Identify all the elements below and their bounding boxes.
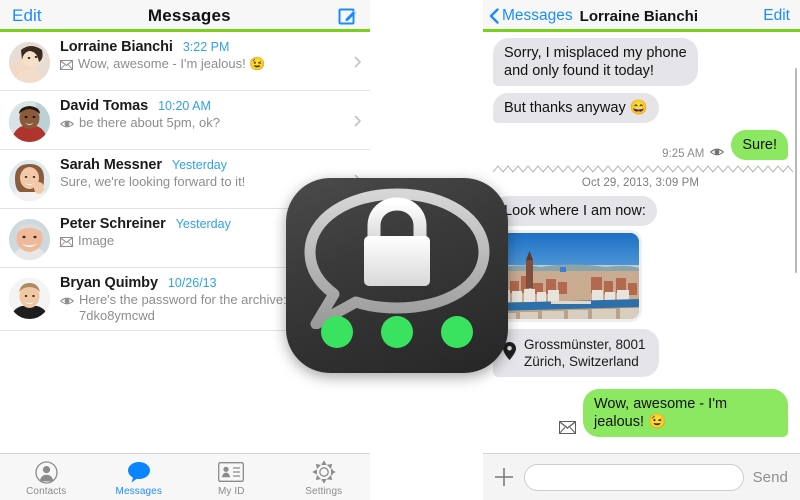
eye-icon xyxy=(59,117,75,133)
thread-time: 10:20 AM xyxy=(158,99,211,113)
message-row: Look where I am now: xyxy=(488,196,788,226)
envelope-icon xyxy=(60,235,73,251)
message-meta: 9:25 AM xyxy=(662,147,725,160)
location-line-2: Zürich, Switzerland xyxy=(524,354,639,369)
thread-time: Yesterday xyxy=(171,158,228,172)
avatar xyxy=(9,42,50,83)
message-input[interactable] xyxy=(524,463,744,491)
thread-time: Yesterday xyxy=(175,217,231,231)
send-button[interactable]: Send xyxy=(753,469,788,486)
plus-icon[interactable] xyxy=(493,466,515,488)
thread-row-david-tomas[interactable]: David Tomas 10:20 AM be there about 5pm,… xyxy=(0,91,370,150)
avatar xyxy=(9,160,50,201)
tab-label: My ID xyxy=(217,486,245,497)
conversation-edit-button[interactable]: Edit xyxy=(763,7,790,25)
tab-label: Settings xyxy=(305,486,343,497)
message-bubble-outgoing[interactable]: Wow, awesome - I'm jealous! 😉 xyxy=(583,389,793,437)
back-to-messages-button[interactable]: Messages xyxy=(502,7,573,25)
conversation-panel: Messages Lorraine Bianchi Edit Sorry, I … xyxy=(483,0,800,500)
conversation-scrollbar[interactable] xyxy=(795,68,797,273)
message-bubble-outgoing[interactable]: Sure! xyxy=(731,130,793,160)
message-row: 9:25 AM Sure! xyxy=(493,130,793,160)
unread-separator xyxy=(492,163,794,175)
screenshot-root: Edit Messages Lorraine Bianchi 3:22 PM W… xyxy=(0,0,800,500)
tab-label: Contacts xyxy=(26,486,67,497)
message-bubble-incoming[interactable]: But thanks anyway 😄 xyxy=(488,93,659,123)
thread-name: David Tomas xyxy=(60,98,149,114)
thread-name: Lorraine Bianchi xyxy=(60,39,173,55)
status-dots xyxy=(286,316,508,348)
gear-icon xyxy=(312,460,336,484)
message-row: Grossmünster, 8001 Zürich, Switzerland xyxy=(493,329,788,377)
messages-navbar: Edit Messages xyxy=(0,0,370,32)
tab-messages[interactable]: Messages xyxy=(93,454,186,500)
avatar xyxy=(9,278,50,319)
chevron-right-icon xyxy=(354,114,362,127)
thread-preview: be there about 5pm, ok? xyxy=(79,115,220,130)
status-dot xyxy=(441,316,473,348)
thread-name: Sarah Messner xyxy=(60,157,162,173)
message-time: 9:25 AM xyxy=(662,147,705,160)
chevron-right-icon xyxy=(354,55,362,68)
message-thread: Sorry, I misplaced my phone and only fou… xyxy=(483,32,800,453)
edit-button[interactable]: Edit xyxy=(12,6,42,26)
page-title: Messages xyxy=(147,6,231,25)
zurich-cityscape-photo[interactable] xyxy=(496,233,639,319)
message-bubble-incoming[interactable]: Look where I am now: xyxy=(488,196,657,226)
message-bubble-location[interactable]: Grossmünster, 8001 Zürich, Switzerland xyxy=(493,329,659,377)
avatar xyxy=(9,219,50,260)
envelope-icon xyxy=(60,58,73,74)
thread-name: Bryan Quimby xyxy=(60,275,158,291)
message-row: Wow, awesome - I'm jealous! 😉 xyxy=(493,389,793,437)
tab-contacts[interactable]: Contacts xyxy=(0,454,93,500)
contact-person-icon xyxy=(35,460,58,484)
thread-time: 3:22 PM xyxy=(182,40,230,54)
back-chevron-icon[interactable] xyxy=(489,8,499,24)
thread-content: Lorraine Bianchi 3:22 PM Wow, awesome - … xyxy=(60,39,360,74)
eye-icon xyxy=(59,294,75,310)
locked-speech-bubble-icon xyxy=(286,184,508,330)
location-address: Grossmünster, 8001 Zürich, Switzerland xyxy=(524,336,646,370)
compose-pencil-icon[interactable] xyxy=(337,6,358,27)
tab-my-id[interactable]: My ID xyxy=(185,454,278,500)
thread-row-lorraine-bianchi[interactable]: Lorraine Bianchi 3:22 PM Wow, awesome - … xyxy=(0,32,370,91)
status-dot xyxy=(321,316,353,348)
tab-settings[interactable]: Settings xyxy=(278,454,371,500)
tab-bar: Contacts Messages My ID Settings xyxy=(0,453,370,500)
message-row: Sorry, I misplaced my phone and only fou… xyxy=(488,38,788,86)
conversation-navbar: Messages Lorraine Bianchi Edit xyxy=(483,0,800,32)
thread-content: David Tomas 10:20 AM be there about 5pm,… xyxy=(59,98,360,133)
thread-preview: Wow, awesome - I'm jealous! 😉 xyxy=(78,56,266,71)
message-meta xyxy=(559,421,576,437)
speech-bubble-icon xyxy=(127,460,151,484)
thread-time: 10/26/13 xyxy=(167,276,217,290)
app-icon xyxy=(286,178,508,373)
envelope-icon xyxy=(559,421,576,437)
status-dot xyxy=(381,316,413,348)
tab-label: Messages xyxy=(115,486,162,497)
conversation-title: Lorraine Bianchi xyxy=(579,7,699,25)
location-line-1: Grossmünster, 8001 xyxy=(524,337,646,352)
id-card-icon xyxy=(218,460,245,484)
message-composer: Send xyxy=(483,453,800,500)
message-row: But thanks anyway 😄 xyxy=(488,93,788,123)
date-separator: Oct 29, 2013, 3:09 PM xyxy=(581,177,700,189)
eye-icon xyxy=(710,147,725,160)
thread-name: Peter Schreiner xyxy=(60,216,166,232)
avatar xyxy=(9,101,50,142)
message-row xyxy=(496,233,788,319)
message-bubble-incoming[interactable]: Sorry, I misplaced my phone and only fou… xyxy=(488,38,698,86)
